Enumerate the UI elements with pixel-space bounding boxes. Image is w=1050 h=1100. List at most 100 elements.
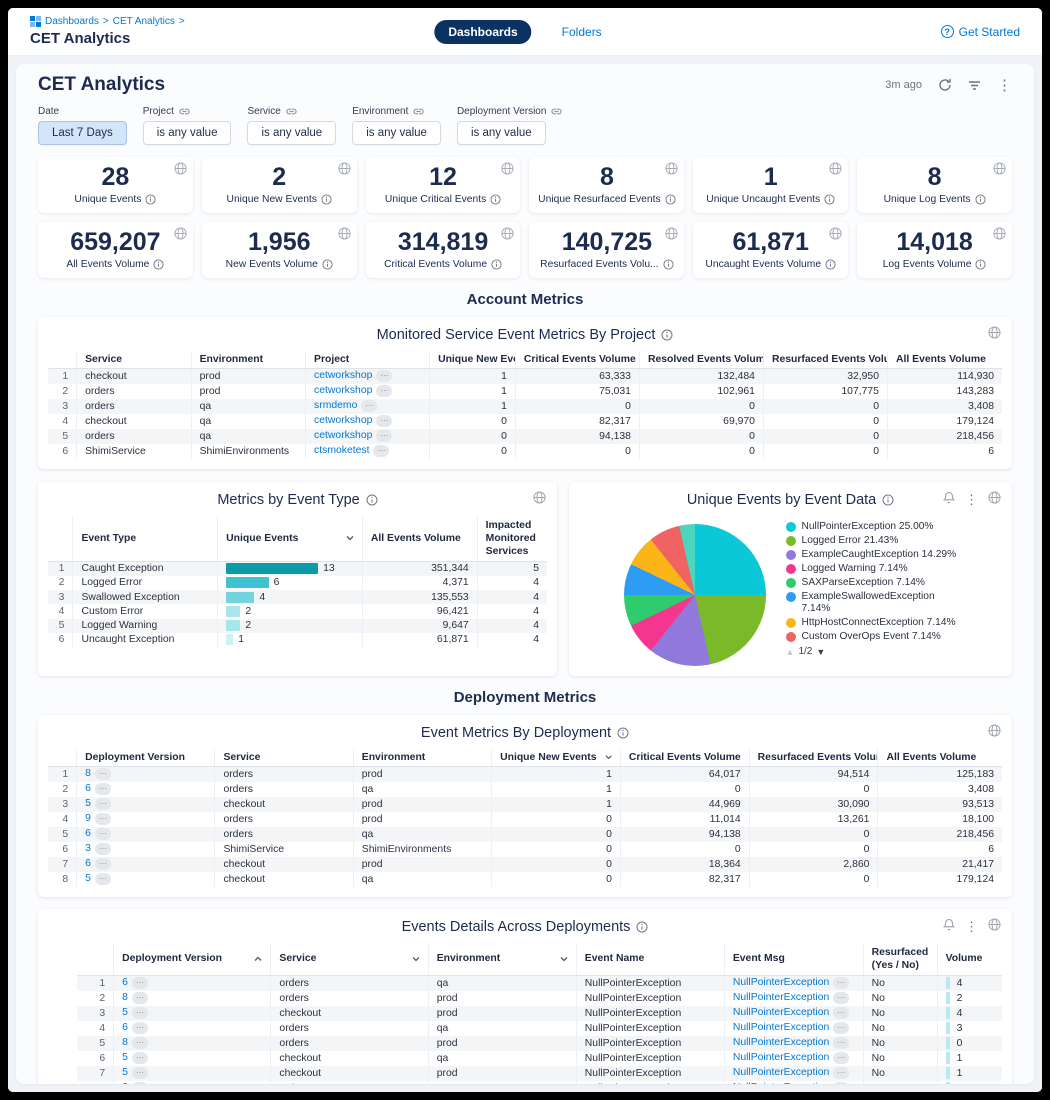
deployment-version-link[interactable]: 8 [85,768,91,779]
legend-item[interactable]: HttpHostConnectException 7.14% [786,617,958,629]
deployment-version-link[interactable]: 8 [122,992,128,1003]
more-actions-icon[interactable]: ⋯ [361,400,377,412]
info-icon[interactable] [636,921,648,933]
legend-item[interactable]: Logged Warning 7.14% [786,563,958,575]
date-filter-chip[interactable]: Last 7 Days [38,121,127,145]
bell-icon[interactable] [943,918,955,936]
column-header-all-volume[interactable]: All Events Volume [362,516,477,562]
column-header-deployment-version[interactable]: Deployment Version [114,943,271,976]
project-filter-chip[interactable]: is any value [143,121,232,145]
deployment-version-link[interactable]: 8 [122,1037,128,1048]
globe-icon[interactable] [988,326,1001,344]
globe-icon[interactable] [993,227,1006,245]
column-header-event-name[interactable]: Event Name [576,943,724,976]
more-actions-icon[interactable]: ⋯ [833,1067,849,1079]
info-icon[interactable] [321,194,332,205]
more-actions-icon[interactable]: ⋯ [376,370,392,382]
event-msg-link[interactable]: NullPointerException [733,1007,829,1018]
breadcrumb-dashboards-link[interactable]: Dashboards [45,16,99,27]
column-header-all[interactable]: All Events Volume [878,749,1002,767]
deployment-version-filter-chip[interactable]: is any value [457,121,546,145]
more-actions-icon[interactable]: ⋯ [132,1082,148,1084]
info-icon[interactable] [882,494,894,506]
deployment-version-link[interactable]: 6 [85,828,91,839]
project-link[interactable]: ctsmoketest [314,445,369,456]
column-header-deployment-version[interactable]: Deployment Version [77,749,215,767]
column-header-environment[interactable]: Environment [428,943,576,976]
service-filter-chip[interactable]: is any value [247,121,336,145]
legend-page-up-icon[interactable]: ▲ [786,647,795,657]
deployment-version-link[interactable]: 5 [122,1052,128,1063]
column-header-resurfaced[interactable]: Resurfaced (Yes / No) [863,943,937,976]
more-actions-icon[interactable]: ⋯ [132,1022,148,1034]
column-header-unique-events[interactable]: Unique Events [218,516,363,562]
globe-icon[interactable] [988,724,1001,742]
info-icon[interactable] [145,194,156,205]
globe-icon[interactable] [665,227,678,245]
column-header-unique-new[interactable]: Unique New Events [492,749,621,767]
deployment-version-link[interactable]: 6 [85,783,91,794]
kebab-menu-icon[interactable]: ⋮ [965,493,978,506]
legend-item[interactable]: SAXParseException 7.14% [786,577,958,589]
column-header-resolved[interactable]: Resolved Events Volume [639,351,763,369]
more-actions-icon[interactable]: ⋯ [833,1022,849,1034]
project-link[interactable]: cetworkshop [314,415,372,426]
info-icon[interactable] [661,329,673,341]
info-icon[interactable] [617,727,629,739]
more-actions-icon[interactable]: ⋯ [833,1007,849,1019]
info-icon[interactable] [975,194,986,205]
more-actions-icon[interactable]: ⋯ [132,1007,148,1019]
info-icon[interactable] [825,259,836,270]
deployment-version-link[interactable]: 3 [85,843,91,854]
deployment-version-link[interactable]: 9 [85,813,91,824]
column-header-service[interactable]: Service [215,749,353,767]
deployment-version-link[interactable]: 6 [122,977,128,988]
info-icon[interactable] [975,259,986,270]
more-actions-icon[interactable]: ⋯ [132,992,148,1004]
deployment-version-link[interactable]: 5 [122,1007,128,1018]
event-msg-link[interactable]: NullPointerException [733,1052,829,1063]
deployment-version-link[interactable]: 6 [122,1022,128,1033]
environment-filter-chip[interactable]: is any value [352,121,441,145]
event-msg-link[interactable]: NullPointerException [733,1037,829,1048]
info-icon[interactable] [490,194,501,205]
column-header-critical[interactable]: Critical Events Volume [515,351,639,369]
column-header-service[interactable]: Service [77,351,191,369]
info-icon[interactable] [824,194,835,205]
event-msg-link[interactable]: NullPointerException [733,992,829,1003]
more-actions-icon[interactable]: ⋯ [95,798,111,810]
tab-folders[interactable]: Folders [548,20,616,44]
column-header-event-type[interactable]: Event Type [73,516,218,562]
more-actions-icon[interactable]: ⋯ [833,977,849,989]
globe-icon[interactable] [338,162,351,180]
more-actions-icon[interactable]: ⋯ [833,1082,849,1084]
column-header-volume[interactable]: Volume [937,943,1002,976]
globe-icon[interactable] [988,491,1001,509]
refresh-icon[interactable] [938,78,952,92]
more-actions-icon[interactable]: ⋯ [833,1037,849,1049]
column-header-impacted[interactable]: Impacted Monitored Services [477,516,547,562]
column-header-all[interactable]: All Events Volume [887,351,1002,369]
deployment-version-link[interactable]: 5 [85,798,91,809]
event-msg-link[interactable]: NullPointerException [733,977,829,988]
pie-chart[interactable] [624,524,766,666]
column-header-environment[interactable]: Environment [353,749,491,767]
info-icon[interactable] [663,259,674,270]
deployment-version-link[interactable]: 6 [122,1082,128,1084]
more-actions-icon[interactable]: ⋯ [132,1052,148,1064]
globe-icon[interactable] [533,491,546,509]
column-header-environment[interactable]: Environment [191,351,305,369]
more-actions-icon[interactable]: ⋯ [95,768,111,780]
more-actions-icon[interactable]: ⋯ [95,843,111,855]
more-actions-icon[interactable]: ⋯ [132,1067,148,1079]
get-started-link[interactable]: ? Get Started [941,25,1020,39]
info-icon[interactable] [366,494,378,506]
tab-dashboards[interactable]: Dashboards [434,20,531,44]
event-msg-link[interactable]: NullPointerException [733,1022,829,1033]
project-link[interactable]: cetworkshop [314,430,372,441]
legend-item[interactable]: NullPointerException 25.00% [786,521,958,533]
column-header-critical[interactable]: Critical Events Volume [620,749,749,767]
globe-icon[interactable] [993,162,1006,180]
more-actions-icon[interactable]: ⋯ [376,430,392,442]
deployment-version-link[interactable]: 5 [122,1067,128,1078]
